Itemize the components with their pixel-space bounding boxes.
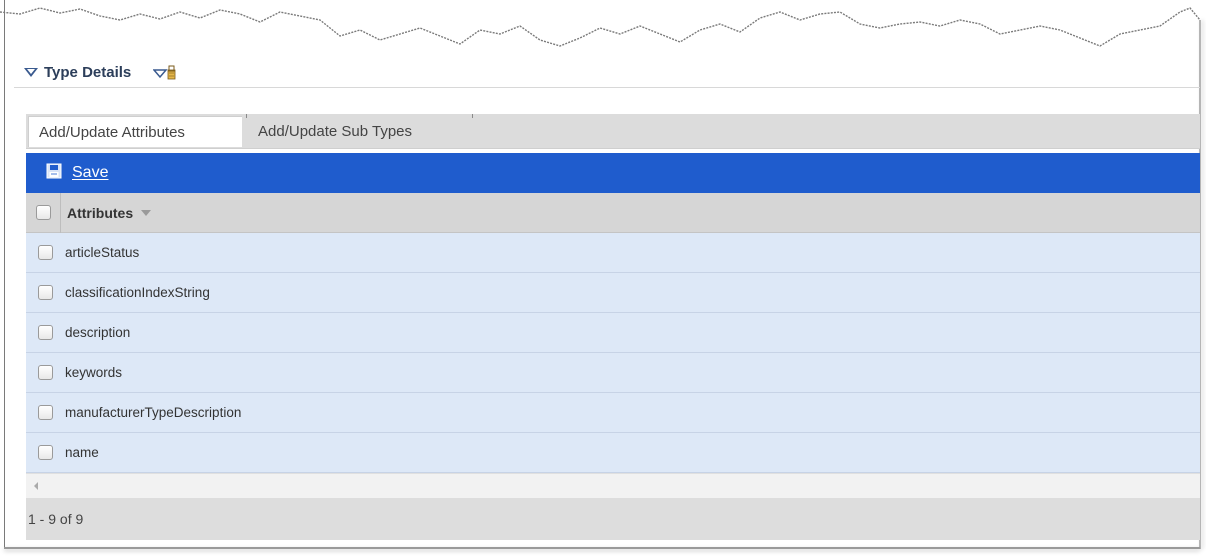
table-row[interactable]: articleStatus xyxy=(26,233,1200,273)
table-row[interactable]: classificationIndexString xyxy=(26,273,1200,313)
tab-label: Add/Update Attributes xyxy=(39,123,185,141)
filter-icon[interactable] xyxy=(153,63,177,81)
row-checkbox[interactable] xyxy=(38,245,53,260)
row-checkbox[interactable] xyxy=(38,405,53,420)
pager-bar: 1 - 9 of 9 xyxy=(26,498,1200,540)
frame-left-edge xyxy=(4,0,5,548)
save-button[interactable]: Save xyxy=(46,163,108,184)
attribute-name: keywords xyxy=(65,365,123,380)
attribute-name: articleStatus xyxy=(65,245,140,260)
table-row[interactable]: manufacturerTypeDescription xyxy=(26,393,1200,433)
attributes-grid: Attributes articleStatus classificationI… xyxy=(26,192,1200,540)
row-checkbox[interactable] xyxy=(38,285,53,300)
grid-toolbar: Save xyxy=(26,153,1200,193)
tab-bar: Add/Update Attributes Add/Update Sub Typ… xyxy=(26,114,1200,149)
frame-bottom-edge xyxy=(4,547,1200,549)
row-checkbox[interactable] xyxy=(38,445,53,460)
select-all-checkbox[interactable] xyxy=(36,205,51,220)
row-checkbox[interactable] xyxy=(38,325,53,340)
grid-header-row: Attributes xyxy=(26,192,1200,233)
torn-paper-edge xyxy=(0,7,1201,47)
tab-label: Add/Update Sub Types xyxy=(258,123,412,140)
triangle-down-icon[interactable] xyxy=(24,67,38,77)
horizontal-scrollbar[interactable] xyxy=(26,473,1200,498)
scroll-left-arrow-icon[interactable] xyxy=(34,482,38,490)
save-label: Save xyxy=(72,164,109,181)
tab-corner-mark xyxy=(468,114,473,118)
attribute-name: manufacturerTypeDescription xyxy=(65,405,242,420)
tab-add-update-sub-types[interactable]: Add/Update Sub Types xyxy=(248,116,476,147)
tab-corner-mark xyxy=(242,114,247,118)
floppy-disk-icon xyxy=(46,163,62,184)
sort-arrow-icon[interactable] xyxy=(141,209,152,216)
attribute-name: description xyxy=(65,325,131,340)
section-title: Type Details xyxy=(44,63,132,81)
section-divider xyxy=(14,87,1200,88)
table-row[interactable]: keywords xyxy=(26,353,1200,393)
attribute-name: classificationIndexString xyxy=(65,285,210,300)
tab-add-update-attributes[interactable]: Add/Update Attributes xyxy=(28,116,242,147)
table-row[interactable]: description xyxy=(26,313,1200,353)
attribute-name: name xyxy=(65,445,99,460)
table-row[interactable]: name xyxy=(26,433,1200,473)
header-separator xyxy=(60,192,61,233)
pager-summary: 1 - 9 of 9 xyxy=(28,511,84,527)
row-checkbox[interactable] xyxy=(38,365,53,380)
type-details-header[interactable]: Type Details xyxy=(24,60,177,84)
attributes-column-header[interactable]: Attributes xyxy=(67,205,133,221)
